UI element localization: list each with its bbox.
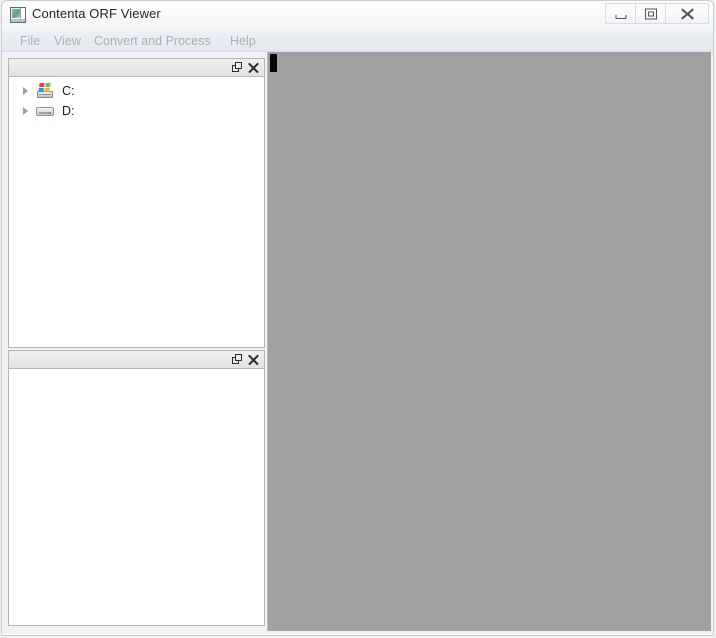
folder-tree-panel-header[interactable] — [8, 58, 265, 76]
hard-drive-icon — [36, 83, 54, 99]
optical-drive-slot — [39, 112, 49, 114]
file-list-body[interactable] — [8, 368, 265, 626]
file-list-panel — [8, 350, 265, 626]
restore-icon — [644, 8, 657, 19]
restore-icon-inner — [647, 11, 654, 16]
folder-tree-body[interactable]: C: D: — [8, 76, 265, 348]
title-bar[interactable]: Contenta ORF Viewer — [2, 1, 713, 30]
tree-item-d-drive[interactable]: D: — [9, 101, 264, 121]
window-controls — [605, 3, 709, 24]
file-list-panel-header[interactable] — [8, 350, 265, 368]
tree-item-label: D: — [62, 104, 75, 118]
minimize-button[interactable] — [605, 3, 635, 24]
float-icon[interactable] — [230, 61, 244, 75]
client-area: C: D: — [2, 52, 713, 634]
window-title: Contenta ORF Viewer — [32, 6, 161, 21]
application-window: Contenta ORF Viewer File View Convert an… — [0, 0, 716, 638]
text-caret — [270, 54, 277, 72]
close-icon[interactable] — [247, 353, 261, 367]
optical-drive-led — [49, 112, 51, 114]
close-icon[interactable] — [247, 61, 261, 75]
folder-tree-panel: C: D: — [8, 58, 265, 348]
windows-flag-icon — [38, 83, 51, 92]
menu-item-help[interactable]: Help — [226, 33, 260, 49]
icon-base — [11, 19, 25, 22]
restore-button[interactable] — [635, 3, 665, 24]
optical-drive-body — [36, 107, 54, 116]
tree-item-label: C: — [62, 84, 75, 98]
menu-item-file[interactable]: File — [16, 33, 44, 49]
float-icon[interactable] — [230, 353, 244, 367]
optical-drive-icon — [36, 103, 54, 119]
menu-bar: File View Convert and Process Help — [2, 30, 713, 52]
float-icon-square-front — [235, 62, 242, 69]
menu-item-view[interactable]: View — [50, 33, 85, 49]
close-icon — [679, 7, 695, 21]
float-icon-square-front — [235, 354, 242, 361]
chevron-right-icon[interactable] — [19, 104, 33, 118]
hard-drive-body — [37, 91, 53, 98]
image-viewer-area[interactable] — [267, 52, 711, 631]
close-button[interactable] — [665, 3, 709, 24]
menu-item-convert-and-process[interactable]: Convert and Process — [90, 33, 215, 49]
chevron-right-icon[interactable] — [19, 84, 33, 98]
folder-tree: C: D: — [9, 77, 264, 121]
image-viewer-icon — [10, 7, 26, 23]
tree-item-c-drive[interactable]: C: — [9, 81, 264, 101]
left-dock-column: C: D: — [2, 52, 265, 631]
minimize-icon — [615, 14, 626, 19]
